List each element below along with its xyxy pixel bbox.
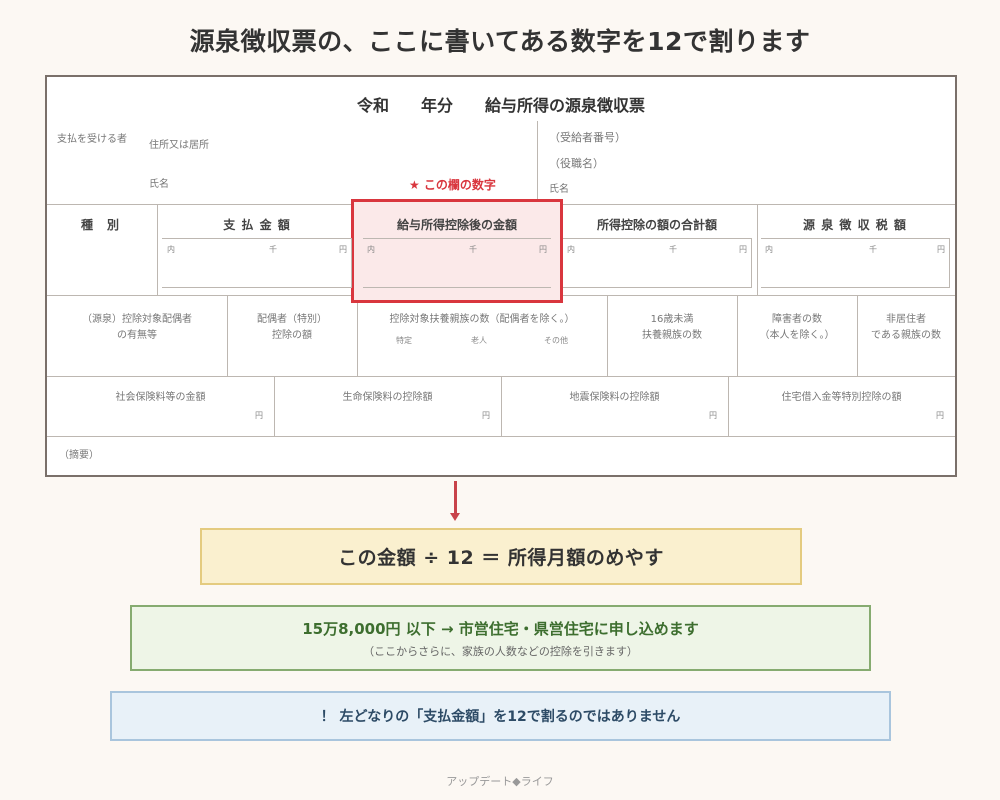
spouse-deduction-label: 配偶者（特別） <box>257 314 327 325</box>
dependents-label: 控除対象扶養親族の数（配偶者を除く。） <box>389 314 575 325</box>
spouse-label-2: の有無等 <box>117 330 157 341</box>
name-label-right: 氏名 <box>549 184 569 195</box>
footer-brand: アップデート◆ライフ <box>446 775 554 788</box>
spouse-label: （源泉）控除対象配偶者 <box>82 314 192 325</box>
page-title: 源泉徴収票の、ここに書いてある数字を12で割ります <box>189 27 811 56</box>
name-label: 氏名 <box>149 179 169 190</box>
summary-label: （摘要） <box>59 450 99 461</box>
unit-yen: 円 <box>739 245 747 254</box>
unit-yen: 円 <box>255 411 263 420</box>
unit-thousand: 千 <box>869 245 877 254</box>
divider <box>157 204 158 295</box>
unit-yen: 円 <box>539 245 547 254</box>
warning-box: ！ 左どなりの「支払金額」を12で割るのではありません <box>110 691 891 741</box>
dependents-other: その他 <box>544 336 568 345</box>
formula-text: この金額 ÷ 12 ＝ 所得月額のめやす <box>338 547 664 569</box>
unit-sen: 内 <box>567 245 575 254</box>
header-after-deduction: 給与所得控除後の金額 <box>396 218 517 232</box>
earthquake-insurance-label: 地震保険料の控除額 <box>569 392 660 403</box>
form-title: 令和 年分 給与所得の源泉徴収票 <box>356 96 645 115</box>
cell-border <box>761 287 950 288</box>
cell-border <box>761 238 950 239</box>
disabled-label-2: （本人を除く。） <box>759 330 835 341</box>
unit-sen: 内 <box>765 245 773 254</box>
social-insurance-label: 社会保険料等の金額 <box>115 392 206 403</box>
cell-border <box>351 238 352 287</box>
criteria-box: 15万8,000円 以下 → 市営住宅・県営住宅に申し込めます （ここからさらに… <box>130 605 871 671</box>
disabled-label: 障害者の数 <box>772 314 822 325</box>
unit-thousand: 千 <box>269 245 277 254</box>
warning-text: ！ 左どなりの「支払金額」を12で割るのではありません <box>320 709 681 725</box>
recipient-label: 支払を受ける者 <box>57 134 127 145</box>
unit-yen: 円 <box>709 411 717 420</box>
withholding-slip-form: 令和 年分 給与所得の源泉徴収票 支払を受ける者 住所又は居所 氏名 （受給者番… <box>45 75 957 477</box>
divider <box>274 376 275 436</box>
divider <box>47 436 955 437</box>
cell-border <box>363 238 551 239</box>
divider <box>728 376 729 436</box>
cell-border <box>563 287 752 288</box>
spouse-deduction-label-2: 控除の額 <box>272 330 312 341</box>
unit-thousand: 千 <box>469 245 477 254</box>
position-label: （役職名） <box>549 157 604 170</box>
under16-label: 16歳未満 <box>650 314 694 325</box>
divider <box>757 204 758 295</box>
unit-sen: 内 <box>167 245 175 254</box>
cell-border <box>563 238 752 239</box>
header-type: 種 別 <box>81 218 121 232</box>
criteria-sub: （ここからさらに、家族の人数などの控除を引きます） <box>363 644 638 658</box>
divider <box>537 121 538 204</box>
address-label: 住所又は居所 <box>149 140 209 151</box>
header-payment: 支 払 金 額 <box>223 218 291 232</box>
unit-thousand: 千 <box>669 245 677 254</box>
unit-yen: 円 <box>482 411 490 420</box>
dependents-elderly: 老人 <box>471 336 487 345</box>
unit-yen: 円 <box>339 245 347 254</box>
nonresident-label-2: である親族の数 <box>871 330 941 341</box>
header-deduction-total: 所得控除の額の合計額 <box>596 218 717 232</box>
unit-yen: 円 <box>936 411 944 420</box>
housing-loan-label: 住宅借入金等特別控除の額 <box>781 392 902 403</box>
dependents-specific: 特定 <box>396 336 412 345</box>
down-arrow <box>454 481 457 515</box>
divider <box>357 295 358 376</box>
down-arrow-icon <box>450 513 460 521</box>
recipient-number-label: （受給者番号） <box>549 131 626 144</box>
life-insurance-label: 生命保険料の控除額 <box>342 392 433 403</box>
cell-border <box>162 238 352 239</box>
cell-border <box>949 238 950 287</box>
cell-border <box>363 287 551 288</box>
nonresident-label: 非居住者 <box>886 314 926 325</box>
cell-border <box>751 238 752 287</box>
divider <box>501 376 502 436</box>
header-withholding: 源 泉 徴 収 税 額 <box>803 218 907 232</box>
cell-border <box>162 287 352 288</box>
star-note: ★ この欄の数字 <box>409 178 496 192</box>
unit-yen: 円 <box>937 245 945 254</box>
unit-sen: 内 <box>367 245 375 254</box>
criteria-main: 15万8,000円 以下 → 市営住宅・県営住宅に申し込めます <box>302 619 699 638</box>
under16-label-2: 扶養親族の数 <box>642 330 702 341</box>
formula-box: この金額 ÷ 12 ＝ 所得月額のめやす <box>200 528 802 585</box>
